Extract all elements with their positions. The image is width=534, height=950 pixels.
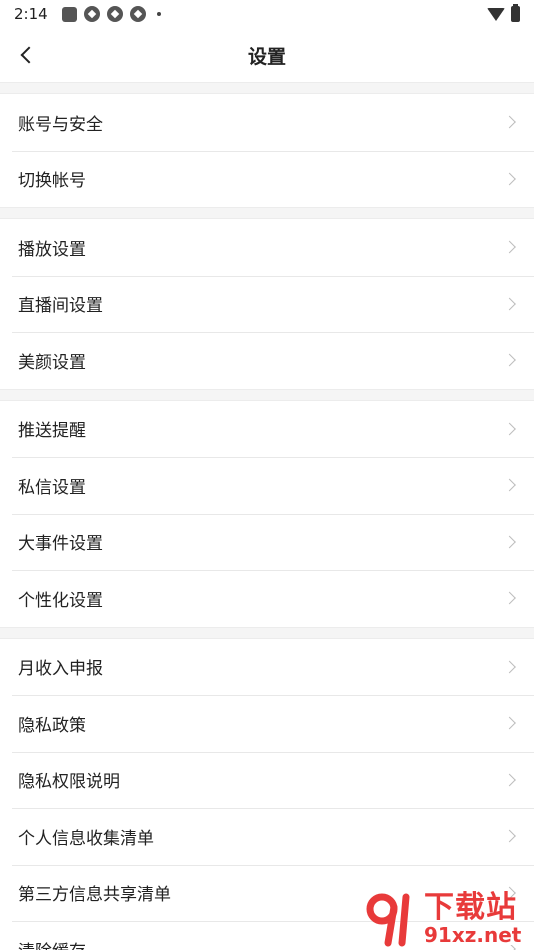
settings-item-info-collection[interactable]: 个人信息收集清单 (0, 808, 534, 865)
back-arrow-icon (20, 46, 38, 64)
settings-item-playback[interactable]: 播放设置 (0, 219, 534, 276)
settings-item-label: 播放设置 (18, 239, 86, 260)
settings-item-account-security[interactable]: 账号与安全 (0, 94, 534, 151)
watermark-url: 91xz.net (424, 923, 522, 947)
settings-item-permissions[interactable]: 隐私权限说明 (0, 751, 534, 808)
settings-group-notifications: 推送提醒 私信设置 大事件设置 个性化设置 (0, 400, 534, 627)
settings-group-playback: 播放设置 直播间设置 美颜设置 (0, 219, 534, 389)
settings-item-label: 美颜设置 (18, 352, 86, 373)
wifi-icon (487, 7, 505, 21)
page-title: 设置 (247, 45, 286, 68)
settings-item-label: 个人信息收集清单 (18, 828, 154, 849)
settings-item-live-room[interactable]: 直播间设置 (0, 275, 534, 332)
section-divider (0, 82, 534, 94)
notification-app-icon (106, 6, 123, 22)
chevron-right-icon (503, 297, 516, 311)
section-divider (0, 207, 534, 219)
watermark: 下载站 91xz.net (362, 888, 532, 950)
settings-item-switch-account[interactable]: 切换帐号 (0, 150, 534, 207)
notification-icons (61, 6, 161, 22)
settings-item-label: 隐私政策 (18, 715, 86, 736)
chevron-right-icon (503, 773, 516, 787)
chevron-right-icon (503, 478, 516, 492)
settings-item-beauty[interactable]: 美颜设置 (0, 332, 534, 389)
settings-item-label: 切换帐号 (18, 171, 86, 192)
chevron-right-icon (503, 422, 516, 436)
chevron-right-icon (503, 115, 516, 129)
settings-item-label: 账号与安全 (18, 114, 103, 135)
notification-app-icon (83, 6, 100, 22)
settings-item-label: 第三方信息共享清单 (18, 885, 171, 906)
settings-item-label: 清除缓存 (18, 937, 86, 950)
watermark-logo (362, 889, 420, 949)
notification-app-icon (129, 6, 146, 22)
settings-item-push[interactable]: 推送提醒 (0, 400, 534, 457)
status-time: 2:14 (14, 5, 48, 23)
settings-item-label: 隐私权限说明 (18, 772, 120, 793)
settings-item-label: 月收入申报 (18, 659, 103, 680)
settings-item-label: 大事件设置 (18, 534, 103, 555)
chevron-right-icon (503, 660, 516, 674)
notification-square-icon (61, 6, 77, 22)
settings-item-private-message[interactable]: 私信设置 (0, 457, 534, 514)
settings-item-personalization[interactable]: 个性化设置 (0, 570, 534, 627)
watermark-brand: 下载站 (424, 890, 517, 925)
chevron-right-icon (503, 240, 516, 254)
chevron-right-icon (503, 172, 516, 186)
chevron-right-icon (503, 716, 516, 730)
watermark-logo-icon (366, 893, 410, 947)
settings-item-major-events[interactable]: 大事件设置 (0, 513, 534, 570)
settings-item-label: 个性化设置 (18, 590, 103, 611)
chevron-right-icon (503, 353, 516, 367)
back-button[interactable] (12, 40, 42, 70)
chevron-right-icon (503, 591, 516, 605)
more-notifications-icon (156, 12, 161, 16)
system-icons (487, 4, 520, 22)
settings-item-income-declaration[interactable]: 月收入申报 (0, 638, 534, 695)
settings-item-label: 私信设置 (18, 477, 86, 498)
settings-item-label: 直播间设置 (18, 296, 103, 317)
settings-list: 账号与安全 切换帐号 播放设置 直播间设置 美颜设置 推送提醒 私信设置 大事件… (0, 82, 534, 950)
battery-icon (511, 4, 520, 22)
watermark-text: 下载站 91xz.net (424, 890, 522, 947)
settings-group-account: 账号与安全 切换帐号 (0, 94, 534, 207)
settings-item-label: 推送提醒 (18, 421, 86, 442)
settings-item-privacy-policy[interactable]: 隐私政策 (0, 695, 534, 752)
chevron-right-icon (503, 535, 516, 549)
nav-bar: 设置 (0, 28, 534, 82)
status-bar: 2:14 (0, 0, 534, 28)
chevron-right-icon (503, 829, 516, 843)
section-divider (0, 388, 534, 401)
section-divider (0, 626, 534, 639)
